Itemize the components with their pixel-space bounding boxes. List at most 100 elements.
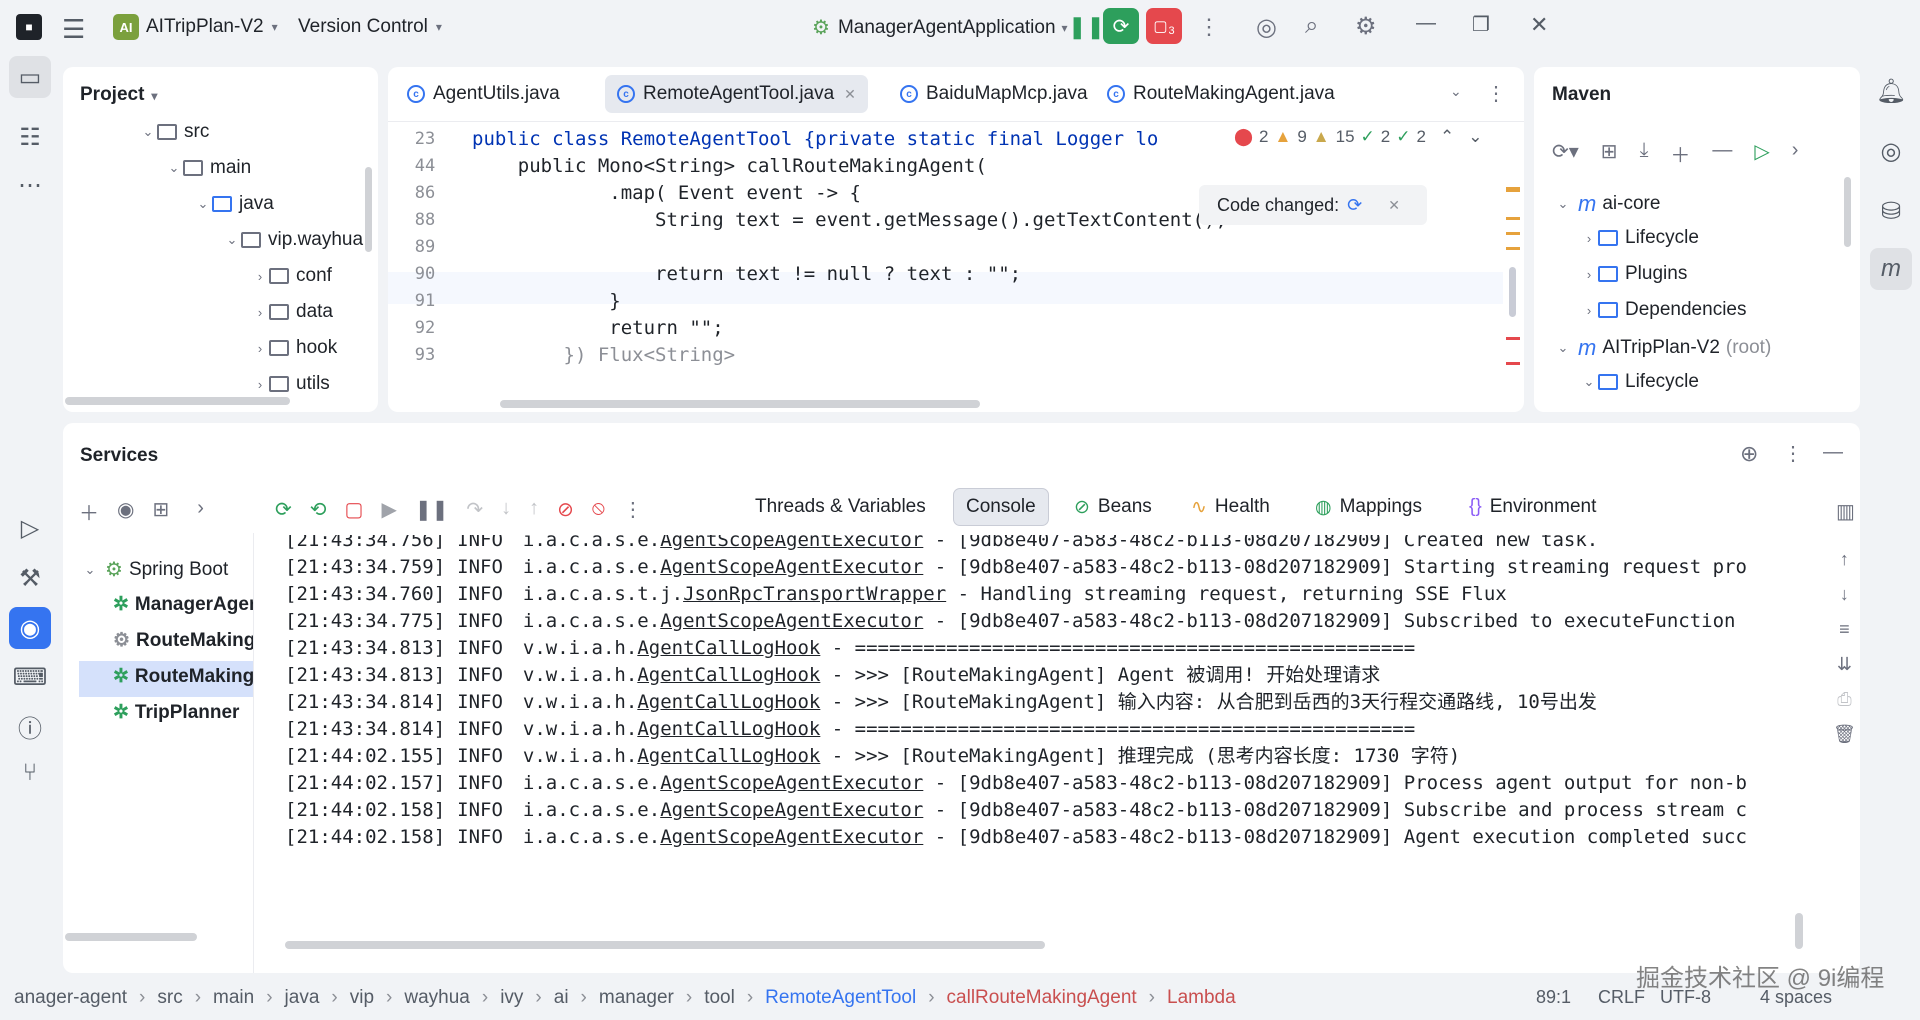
project-badge[interactable]: AI xyxy=(113,14,139,40)
tab-health[interactable]: ∿ Health xyxy=(1179,488,1282,526)
breadcrumb-item[interactable]: tool xyxy=(704,987,735,1009)
pause-icon[interactable]: ❚❚ xyxy=(415,497,449,522)
project-tool-icon[interactable]: ▭ xyxy=(9,56,51,98)
build-tool-icon[interactable]: ⚒ xyxy=(9,557,51,599)
tree-item[interactable]: ⌄ vip.wayhua xyxy=(223,229,364,251)
services-tree-item[interactable]: ⚙RouteMakingAgent xyxy=(113,629,253,652)
close-icon[interactable]: ✕ xyxy=(1530,12,1548,38)
breadcrumb-item[interactable]: java xyxy=(285,987,320,1009)
new-group-icon[interactable]: ⊞ xyxy=(152,497,169,526)
clear-trash-icon[interactable]: 🗑︎ xyxy=(1833,724,1856,745)
structure-tool-icon[interactable]: ☷ xyxy=(9,116,51,158)
editor-more-icon[interactable]: ⋮ xyxy=(1486,81,1506,106)
maven-tree-item[interactable]: ⌄ m ai-core xyxy=(1554,191,1661,217)
stop-button[interactable]: ▢ 3 xyxy=(1146,8,1182,44)
maven-tool-icon[interactable]: m xyxy=(1870,248,1912,290)
horizontal-scrollbar[interactable] xyxy=(65,933,197,941)
step-over-icon[interactable]: ↷ xyxy=(466,497,483,522)
vertical-scrollbar[interactable] xyxy=(365,167,372,252)
more-tools-icon[interactable]: ⋯ xyxy=(9,164,51,206)
soft-wrap-icon[interactable]: ≡ xyxy=(1839,619,1850,640)
maven-tree-item[interactable]: › Dependencies xyxy=(1580,299,1747,321)
breadcrumb-item[interactable]: manager xyxy=(599,987,674,1009)
log-logger-link[interactable]: i.a.c.a.s.e.AgentScopeAgentExecutor xyxy=(523,772,923,794)
horizontal-scrollbar[interactable] xyxy=(285,941,1045,949)
breadcrumb-item[interactable]: main xyxy=(213,987,254,1009)
services-tree-item[interactable]: ✲ManagerAgent xyxy=(113,593,253,616)
tab-list-chevron-icon[interactable]: ⌄ xyxy=(1450,83,1462,100)
run-config-dropdown[interactable]: ⚙ ManagerAgentApplication ▾ xyxy=(812,15,1068,40)
breadcrumb-item[interactable]: Lambda xyxy=(1167,987,1236,1009)
project-panel-title[interactable]: Project ▾ xyxy=(80,84,157,106)
step-out-icon[interactable]: ↑ xyxy=(529,497,539,522)
tab-threads-variables[interactable]: Threads & Variables xyxy=(743,488,938,526)
rerun-button[interactable]: ⟳ xyxy=(1103,8,1139,44)
chevron-right-icon[interactable]: › xyxy=(1792,139,1799,168)
tab-route-making-agent[interactable]: c RouteMakingAgent.java xyxy=(1095,75,1347,113)
git-tool-icon[interactable]: ⑂ xyxy=(9,752,51,794)
chevron-down-icon[interactable]: ⌄ xyxy=(1468,127,1482,147)
stop-icon[interactable]: ▢ xyxy=(345,497,364,522)
vertical-scrollbar[interactable] xyxy=(1844,177,1851,247)
chevron-right-icon[interactable]: › xyxy=(197,497,204,526)
ai-chat-icon[interactable]: ◎ xyxy=(1870,130,1912,172)
chevron-up-icon[interactable]: ⌃ xyxy=(1440,127,1454,147)
layout-icon[interactable]: ▥ xyxy=(1836,499,1855,524)
console-output[interactable]: [21:43:34.756] INFO i.a.c.a.s.e.AgentScope… xyxy=(255,535,1825,955)
services-tool-icon[interactable]: ◉ xyxy=(9,607,51,649)
tab-beans[interactable]: ⊘ Beans xyxy=(1062,488,1164,526)
vcs-dropdown[interactable]: Version Control ▾ xyxy=(298,16,442,38)
services-tree-item[interactable]: ⌄ ⚙ Spring Boot xyxy=(81,557,229,582)
maven-tree-item[interactable]: › Lifecycle xyxy=(1580,227,1699,249)
minus-icon[interactable]: — xyxy=(1712,139,1732,168)
breadcrumb-item[interactable]: src xyxy=(157,987,182,1009)
step-into-icon[interactable]: ↓ xyxy=(501,497,511,522)
scroll-up-icon[interactable]: ↑ xyxy=(1840,549,1849,570)
add-service-icon[interactable]: ＋ xyxy=(79,497,99,526)
add-maven-project-icon[interactable]: ⊞ xyxy=(1601,139,1618,168)
tree-item[interactable]: › data xyxy=(251,301,333,323)
breadcrumb-item[interactable]: RemoteAgentTool xyxy=(765,987,916,1009)
close-icon[interactable]: ✕ xyxy=(1388,197,1400,214)
tree-item[interactable]: › conf xyxy=(251,265,332,287)
breadcrumb-item[interactable]: vip xyxy=(350,987,374,1009)
tab-mappings[interactable]: ◍ Mappings xyxy=(1303,488,1434,526)
plus-icon[interactable]: ＋ xyxy=(1670,139,1690,168)
project-name-dropdown[interactable]: AITripPlan-V2 ▾ xyxy=(146,16,278,38)
inspection-widget[interactable]: ⬤ 2 ▲ 9 ▲ 15 ✓ 2 ✓ 2 ⌃ ⌄ xyxy=(1230,127,1487,147)
main-menu-icon[interactable]: ☰ xyxy=(62,14,85,45)
run-icon[interactable]: ▷ xyxy=(1754,139,1769,168)
notifications-icon[interactable]: 🔔︎ xyxy=(1870,70,1912,112)
breadcrumb-item[interactable]: wayhua xyxy=(404,987,470,1009)
caret-position[interactable]: 89:1 xyxy=(1536,987,1571,1008)
debug-more-icon[interactable]: ⋮ xyxy=(623,497,643,522)
mute-breakpoints-icon[interactable]: ⦸ xyxy=(592,497,605,522)
tab-console[interactable]: Console xyxy=(953,488,1049,526)
horizontal-scrollbar[interactable] xyxy=(65,397,290,405)
tree-item[interactable]: ⌄ java xyxy=(194,193,274,215)
tree-item[interactable]: ⌄ main xyxy=(165,157,252,179)
log-logger-link[interactable]: i.a.c.a.s.e.AgentScopeAgentExecutor xyxy=(523,556,923,578)
tree-item[interactable]: ⌄ src xyxy=(139,121,210,143)
database-icon[interactable]: ⛁ xyxy=(1870,190,1912,232)
tab-environment[interactable]: {} Environment xyxy=(1457,488,1608,526)
debug-rerun-icon[interactable]: ⟲ xyxy=(310,497,327,522)
run-tool-icon[interactable]: ▷ xyxy=(9,507,51,549)
print-icon[interactable]: ⎙ xyxy=(1837,689,1851,710)
reload-icon[interactable]: ⟳▾ xyxy=(1552,139,1579,168)
pause-icon[interactable]: ❚❚ xyxy=(1068,14,1105,40)
services-tree-item-selected[interactable]: ✲RouteMakingAgent xyxy=(113,665,253,688)
problems-tool-icon[interactable]: ⓘ xyxy=(9,705,51,747)
log-logger-link[interactable]: v.w.i.a.h.AgentCallLogHook xyxy=(523,637,820,659)
log-logger-link[interactable]: v.w.i.a.h.AgentCallLogHook xyxy=(523,718,820,740)
download-icon[interactable]: ⤓ xyxy=(1640,139,1649,168)
tab-agent-utils[interactable]: c AgentUtils.java xyxy=(395,75,572,113)
tab-remote-agent-tool[interactable]: c RemoteAgentTool.java ✕ xyxy=(605,75,868,113)
settings-gear-icon[interactable]: ⚙ xyxy=(1355,12,1377,41)
scroll-down-icon[interactable]: ↓ xyxy=(1840,584,1849,605)
ai-assistant-icon[interactable]: ◎ xyxy=(1256,13,1277,42)
log-logger-link[interactable]: i.a.c.a.s.e.AgentScopeAgentExecutor xyxy=(523,610,923,632)
code-area[interactable]: 23 public class RemoteAgentTool {private … xyxy=(388,125,1503,412)
log-logger-link[interactable]: v.w.i.a.h.AgentCallLogHook xyxy=(523,691,820,713)
log-logger-link[interactable]: i.a.c.a.s.t.j.JsonRpcTransportWrapper xyxy=(523,583,946,605)
